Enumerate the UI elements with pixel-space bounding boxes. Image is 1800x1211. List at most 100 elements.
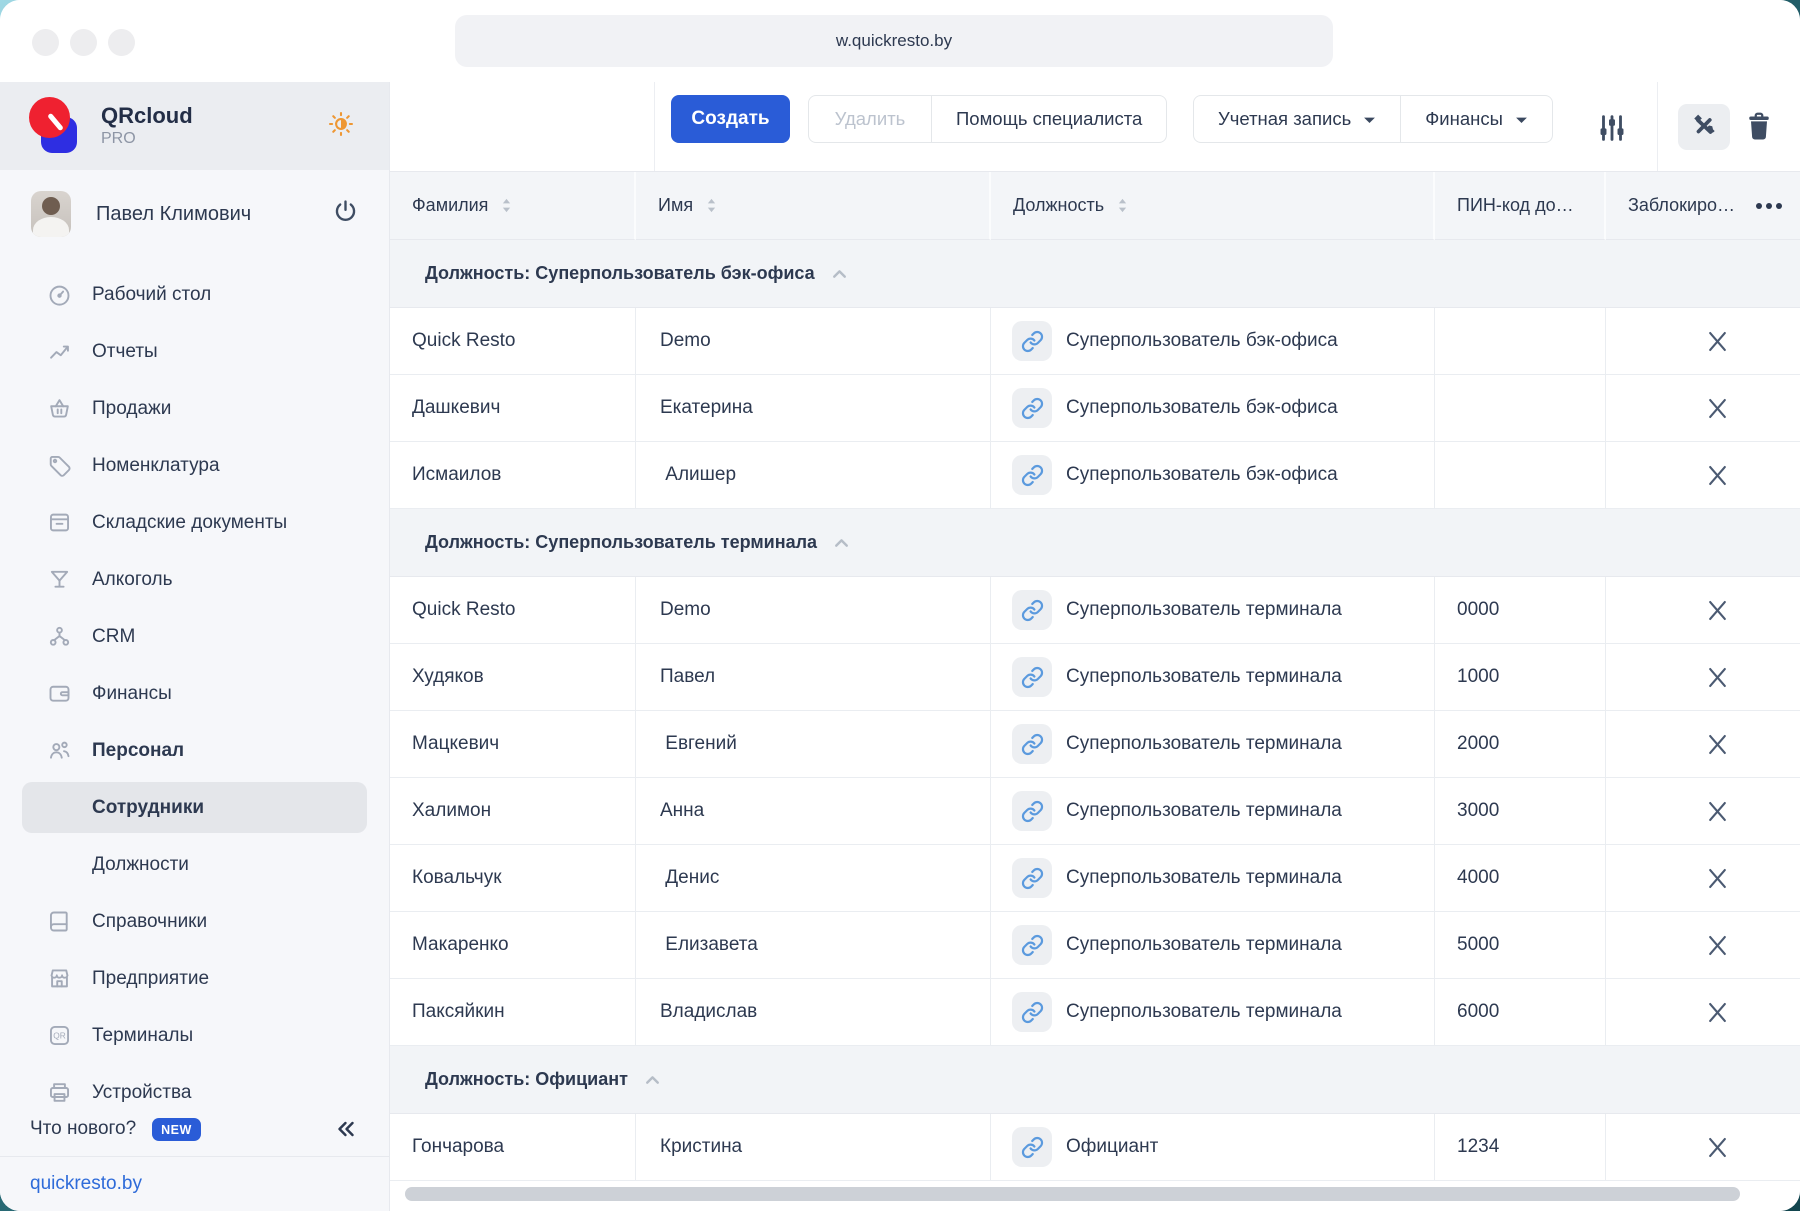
- not-blocked-x-icon[interactable]: [1702, 796, 1732, 826]
- window-zoom-button[interactable]: [108, 29, 135, 56]
- group-header-row[interactable]: Должность: Суперпользователь бэк-офиса: [390, 240, 1800, 308]
- linked-role-icon[interactable]: [1012, 724, 1052, 764]
- linked-role-icon[interactable]: [1012, 321, 1052, 361]
- column-header-name[interactable]: Имя: [636, 172, 991, 240]
- linked-role-icon[interactable]: [1012, 388, 1052, 428]
- cell-name: Владислав: [636, 979, 991, 1045]
- cell-role: Суперпользователь бэк-офиса: [991, 375, 1435, 441]
- window-close-button[interactable]: [32, 29, 59, 56]
- sidebar-bottom: Что нового? NEW quickresto.by: [0, 1102, 389, 1211]
- not-blocked-x-icon[interactable]: [1702, 662, 1732, 692]
- column-header-role[interactable]: Должность: [991, 172, 1435, 240]
- create-button[interactable]: Создать: [671, 95, 790, 143]
- table-row[interactable]: Quick Resto Demo Суперпользователь термина…: [390, 577, 1800, 644]
- app-window: w.quickresto.by QRcloud PRO Павел Климов…: [0, 0, 1800, 1211]
- sidebar-item-references[interactable]: Справочники: [0, 893, 389, 950]
- cell-role: Суперпользователь терминала: [991, 979, 1435, 1045]
- linked-role-icon[interactable]: [1012, 455, 1052, 495]
- window-controls: [32, 29, 135, 56]
- sidebar-item-desktop[interactable]: Рабочий стол: [0, 266, 389, 323]
- linked-role-icon[interactable]: [1012, 657, 1052, 697]
- sort-arrows-icon[interactable]: [501, 198, 512, 213]
- sidebar-item-nomenclature[interactable]: Номенклатура: [0, 437, 389, 494]
- tools-button[interactable]: [1678, 104, 1730, 150]
- current-user-row[interactable]: Павел Климович: [0, 170, 389, 258]
- not-blocked-x-icon[interactable]: [1702, 729, 1732, 759]
- not-blocked-x-icon[interactable]: [1702, 393, 1732, 423]
- table-row[interactable]: Худяков Павел Суперпользователь терминала 1…: [390, 644, 1800, 711]
- user-avatar: [31, 191, 71, 237]
- linked-role-icon[interactable]: [1012, 925, 1052, 965]
- table-row[interactable]: Халимон Анна Суперпользователь терминала 30…: [390, 778, 1800, 845]
- role-label: Суперпользователь терминала: [1066, 934, 1342, 955]
- table-row[interactable]: Исмаилов Алишер Суперпользователь бэк-офи…: [390, 442, 1800, 509]
- sidebar-item-sales[interactable]: Продажи: [0, 380, 389, 437]
- horizontal-scrollbar: [390, 1181, 1800, 1211]
- role-label: Суперпользователь бэк-офиса: [1066, 464, 1338, 485]
- browser-topbar: w.quickresto.by: [0, 0, 1800, 82]
- sidebar-item-employees[interactable]: Сотрудники: [22, 782, 367, 833]
- cell-surname: Халимон: [390, 778, 636, 844]
- specialist-help-button[interactable]: Помощь специалиста: [931, 96, 1166, 142]
- not-blocked-x-icon[interactable]: [1702, 1132, 1732, 1162]
- sidebar-item-positions[interactable]: Должности: [0, 836, 389, 893]
- sidebar-menu: Рабочий стол Отчеты Продажи Номенклатура Скл…: [0, 258, 389, 1121]
- cell-pin-code: 4000: [1435, 845, 1606, 911]
- collapse-sidebar-icon[interactable]: [333, 1116, 359, 1142]
- sidebar-item-warehouse-docs[interactable]: Складские документы: [0, 494, 389, 551]
- column-settings-menu-icon[interactable]: [1750, 197, 1788, 215]
- filter-sliders-icon[interactable]: [1593, 109, 1631, 147]
- whats-new-row[interactable]: Что нового? NEW: [0, 1102, 389, 1156]
- delete-button[interactable]: Удалить: [809, 96, 931, 142]
- not-blocked-x-icon[interactable]: [1702, 460, 1732, 490]
- linked-role-icon[interactable]: [1012, 791, 1052, 831]
- sort-arrows-icon[interactable]: [1117, 198, 1128, 213]
- not-blocked-x-icon[interactable]: [1702, 326, 1732, 356]
- column-header-surname[interactable]: Фамилия: [390, 172, 636, 240]
- sidebar-item-enterprise[interactable]: Предприятие: [0, 950, 389, 1007]
- not-blocked-x-icon[interactable]: [1702, 930, 1732, 960]
- table-row[interactable]: Паксяйкин Владислав Суперпользователь терм…: [390, 979, 1800, 1046]
- sidebar: QRcloud PRO Павел Климович Рабочий стол …: [0, 82, 390, 1211]
- sidebar-item-terminals[interactable]: QR Терминалы: [0, 1007, 389, 1064]
- sidebar-item-finance[interactable]: Финансы: [0, 665, 389, 722]
- table-row[interactable]: Дашкевич Екатерина Суперпользователь бэк-о…: [390, 375, 1800, 442]
- table-row[interactable]: Мацкевич Евгений Суперпользователь термин…: [390, 711, 1800, 778]
- finance-dropdown[interactable]: Финансы: [1400, 96, 1552, 142]
- collapse-group-chevron-icon[interactable]: [642, 1069, 663, 1090]
- table-row[interactable]: Ковальчук Денис Суперпользователь термина…: [390, 845, 1800, 912]
- collapse-group-chevron-icon[interactable]: [831, 532, 852, 553]
- not-blocked-x-icon[interactable]: [1702, 863, 1732, 893]
- trash-icon[interactable]: [1742, 106, 1776, 148]
- sidebar-item-reports[interactable]: Отчеты: [0, 323, 389, 380]
- linked-role-icon[interactable]: [1012, 590, 1052, 630]
- role-label: Суперпользователь терминала: [1066, 666, 1342, 687]
- theme-brightness-icon[interactable]: [327, 110, 355, 143]
- cell-role: Суперпользователь терминала: [991, 711, 1435, 777]
- linked-role-icon[interactable]: [1012, 858, 1052, 898]
- collapse-group-chevron-icon[interactable]: [829, 263, 850, 284]
- group-header-row[interactable]: Должность: Суперпользователь терминала: [390, 509, 1800, 577]
- whats-new-label: Что нового?: [30, 1118, 137, 1139]
- scrollbar-thumb[interactable]: [405, 1187, 1740, 1201]
- cell-surname: Макаренко: [390, 912, 636, 978]
- linked-role-icon[interactable]: [1012, 992, 1052, 1032]
- not-blocked-x-icon[interactable]: [1702, 997, 1732, 1027]
- table-row[interactable]: Quick Resto Demo Суперпользователь бэк-офи…: [390, 308, 1800, 375]
- table-row[interactable]: Макаренко Елизавета Суперпользователь тер…: [390, 912, 1800, 979]
- window-minimize-button[interactable]: [70, 29, 97, 56]
- sidebar-item-alcohol[interactable]: Алкоголь: [0, 551, 389, 608]
- table-row[interactable]: Гончарова Кристина Официант 1234: [390, 1114, 1800, 1181]
- site-link[interactable]: quickresto.by: [0, 1157, 389, 1211]
- address-bar[interactable]: w.quickresto.by: [455, 15, 1333, 67]
- logout-power-icon[interactable]: [332, 198, 359, 230]
- sidebar-item-label: Устройства: [92, 1081, 192, 1103]
- sidebar-item-crm[interactable]: CRM: [0, 608, 389, 665]
- not-blocked-x-icon[interactable]: [1702, 595, 1732, 625]
- toolbar-divider: [654, 82, 655, 171]
- sidebar-item-staff[interactable]: Персонал: [0, 722, 389, 779]
- group-header-row[interactable]: Должность: Официант: [390, 1046, 1800, 1114]
- account-dropdown[interactable]: Учетная запись: [1194, 96, 1400, 142]
- linked-role-icon[interactable]: [1012, 1127, 1052, 1167]
- sort-arrows-icon[interactable]: [706, 198, 717, 213]
